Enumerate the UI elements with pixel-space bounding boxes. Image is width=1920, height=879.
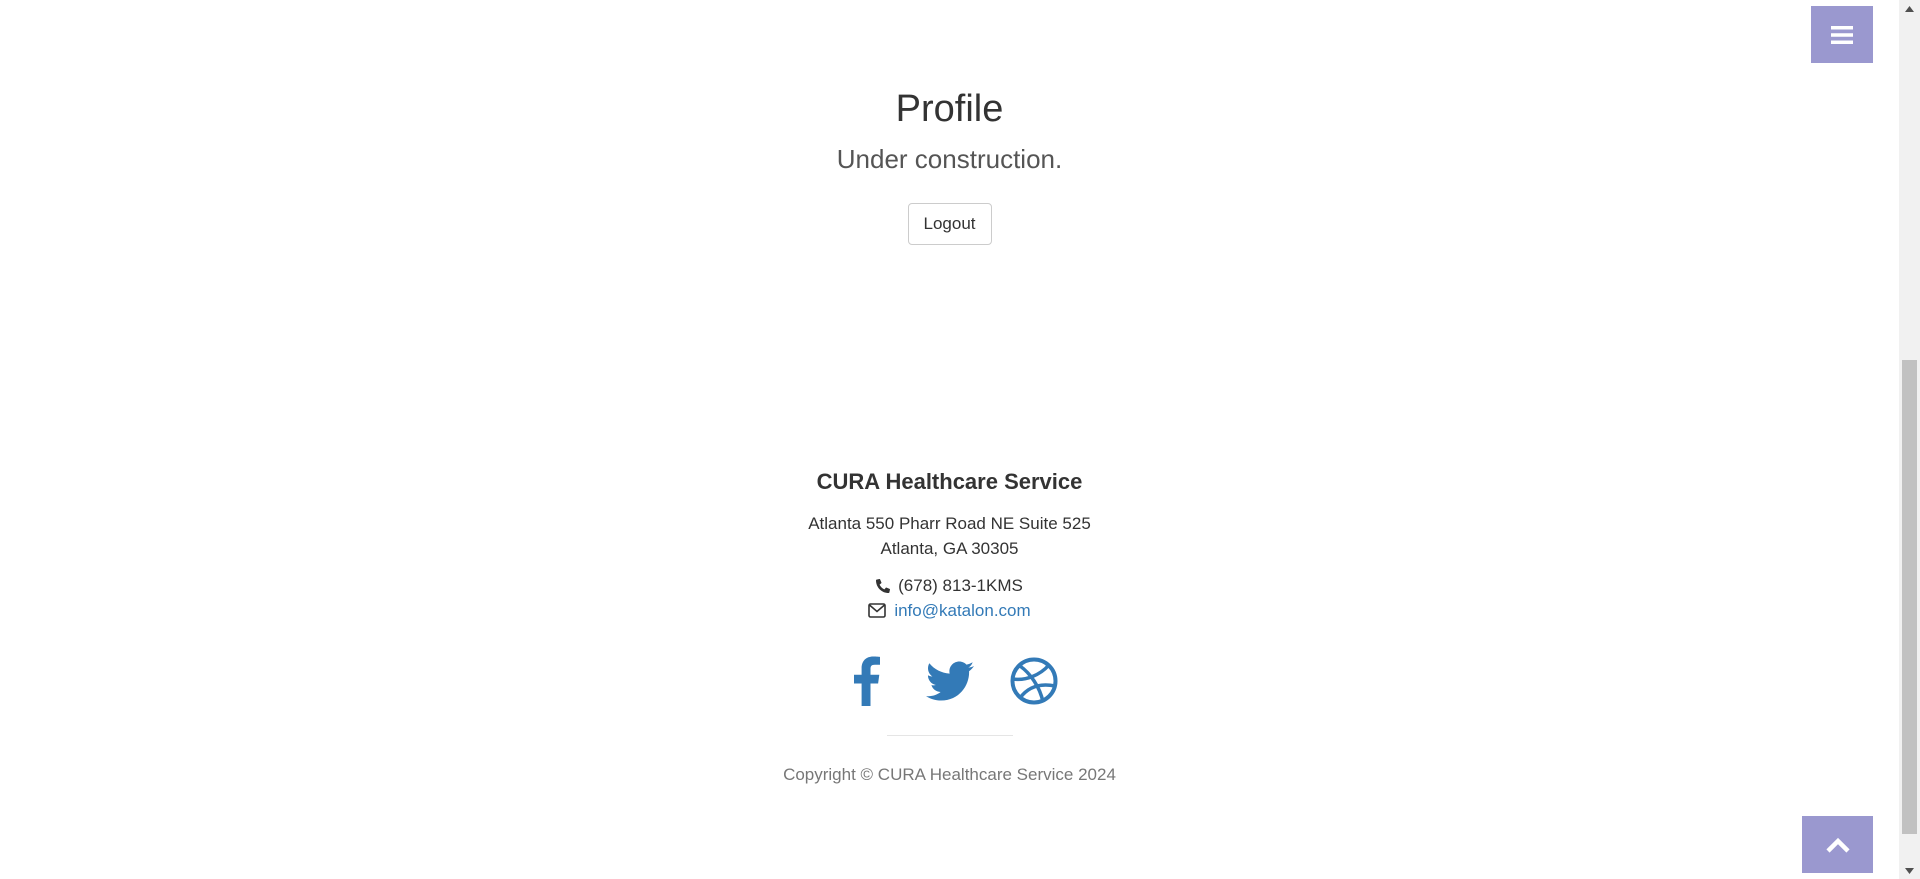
- hamburger-menu-icon: [1831, 25, 1853, 44]
- page-title: Profile: [895, 88, 1004, 130]
- triangle-up-icon: [1905, 5, 1914, 12]
- email-line: info@katalon.com: [0, 598, 1899, 623]
- vertical-scrollbar[interactable]: [1899, 0, 1920, 879]
- dribbble-icon: [1010, 657, 1057, 705]
- scroll-down-arrow[interactable]: [1899, 862, 1920, 879]
- page-content: Profile Under construction. Logout CURA …: [0, 0, 1899, 879]
- scroll-to-top-button[interactable]: [1802, 816, 1873, 873]
- triangle-down-icon: [1905, 867, 1914, 874]
- address-line-2: Atlanta, GA 30305: [880, 539, 1019, 558]
- scroll-up-arrow[interactable]: [1899, 0, 1920, 17]
- phone-number: (678) 813-1KMS: [898, 576, 1023, 595]
- footer-address: Atlanta 550 Pharr Road NE Suite 525 Atla…: [0, 511, 1899, 561]
- profile-section: Profile Under construction. Logout: [0, 84, 1899, 245]
- page-subtitle: Under construction.: [836, 144, 1063, 174]
- chevron-up-icon: [1825, 837, 1850, 853]
- envelope-icon: [868, 603, 887, 618]
- footer-divider: [886, 735, 1013, 736]
- phone-icon: [876, 578, 891, 593]
- footer: CURA Healthcare Service Atlanta 550 Phar…: [0, 466, 1899, 804]
- facebook-icon: [853, 656, 880, 706]
- footer-title: CURA Healthcare Service: [816, 469, 1083, 494]
- social-links: [0, 655, 1899, 707]
- phone-line: (678) 813-1KMS: [0, 573, 1899, 598]
- email-link[interactable]: info@katalon.com: [894, 598, 1030, 623]
- copyright-text: Copyright © CURA Healthcare Service 2024: [783, 765, 1116, 784]
- scrollbar-thumb[interactable]: [1902, 360, 1917, 834]
- dribbble-link[interactable]: [1010, 655, 1058, 707]
- twitter-icon: [925, 661, 974, 701]
- menu-toggle-button[interactable]: [1811, 6, 1873, 63]
- address-line-1: Atlanta 550 Pharr Road NE Suite 525: [808, 514, 1091, 533]
- logout-button[interactable]: Logout: [907, 203, 992, 245]
- footer-contact: (678) 813-1KMS info@katalon.com: [0, 573, 1899, 623]
- twitter-link[interactable]: [925, 655, 974, 707]
- facebook-link[interactable]: [842, 655, 890, 707]
